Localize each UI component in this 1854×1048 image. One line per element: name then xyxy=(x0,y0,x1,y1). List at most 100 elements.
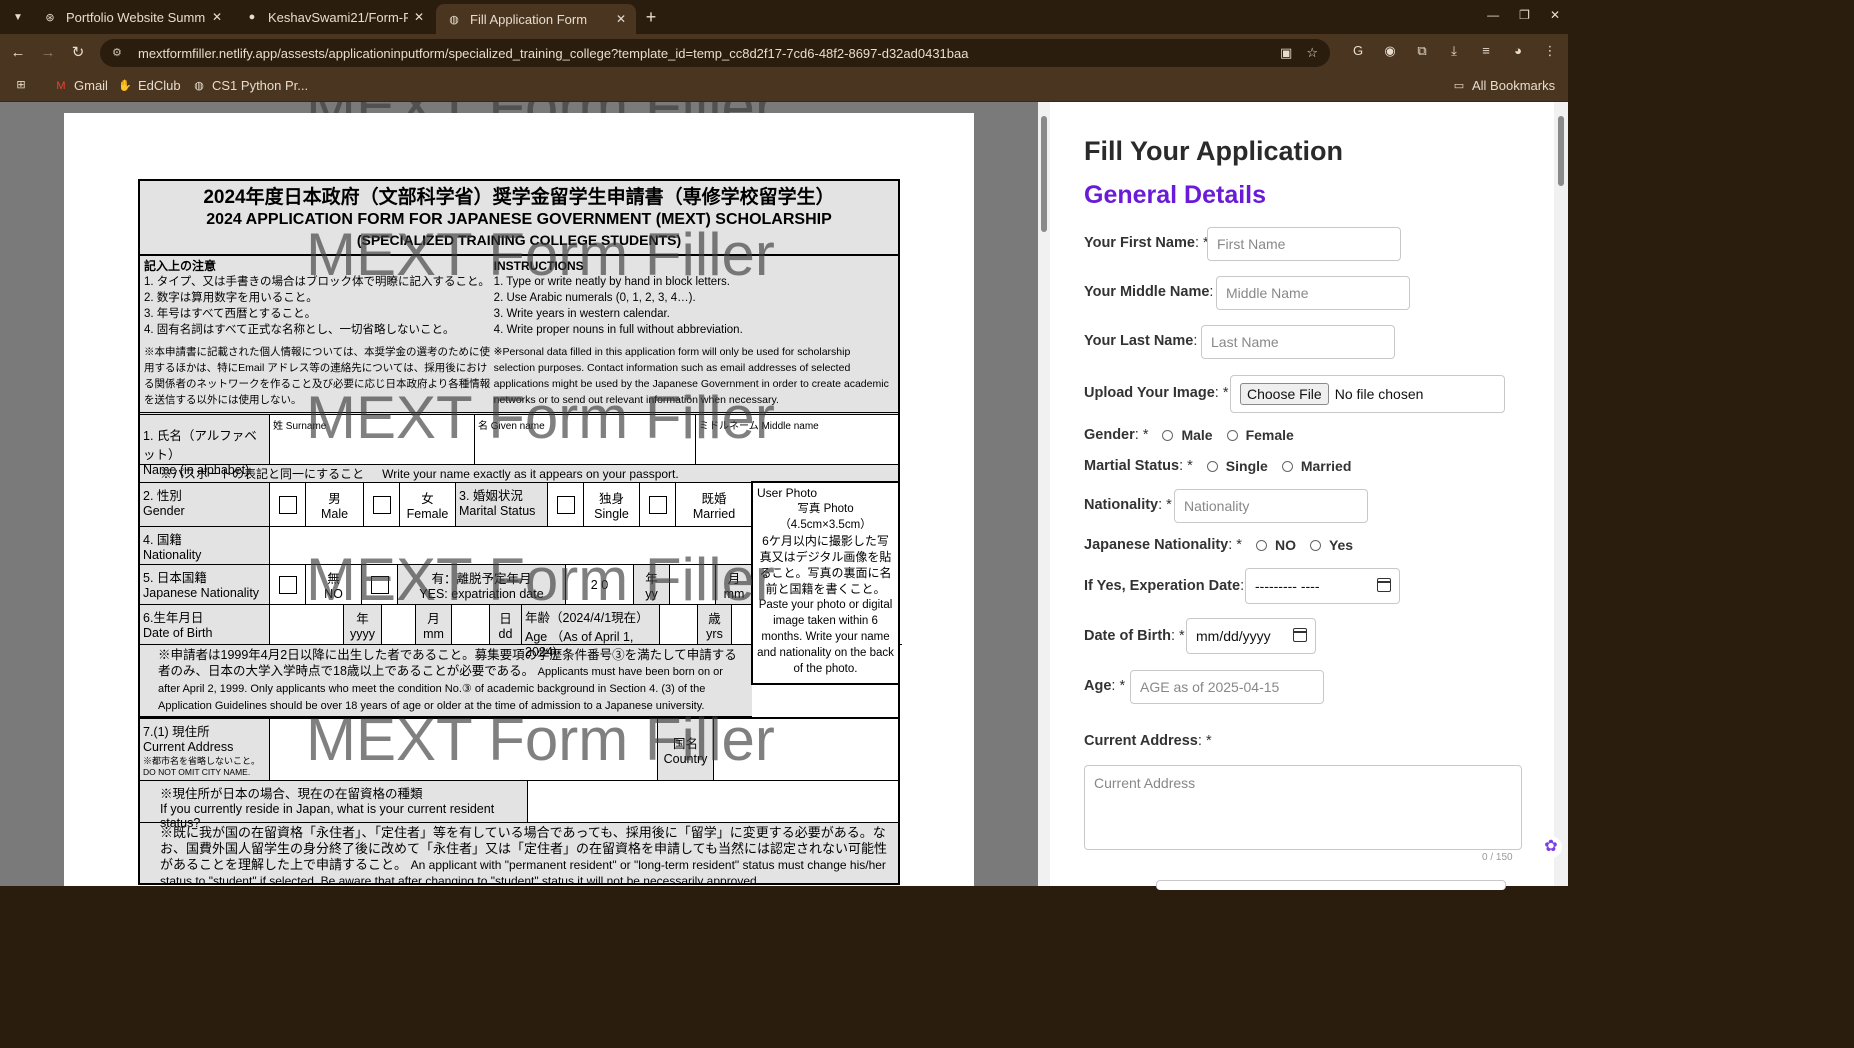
gender-male-radio[interactable]: Male xyxy=(1162,427,1213,443)
apps-grid-icon[interactable]: ⊞ xyxy=(14,78,34,92)
male-jp: 男 xyxy=(328,492,341,506)
year-jp: 年 xyxy=(645,572,658,586)
dob-en: Date of Birth xyxy=(143,626,213,640)
middle-name-input[interactable]: Middle Name xyxy=(1216,276,1410,310)
nationality-label: Nationality: * xyxy=(1084,497,1172,513)
calendar-icon[interactable] xyxy=(1293,628,1307,642)
radio-dot xyxy=(1309,539,1321,551)
dob-month-unit: 月 mm xyxy=(416,605,452,644)
bookmark-gmail[interactable]: M Gmail xyxy=(54,78,108,93)
user-photo-alt: User Photo xyxy=(757,486,818,500)
next-input-partial[interactable] xyxy=(1156,880,1506,890)
form-scrollbar[interactable] xyxy=(1554,102,1568,886)
profile-avatar-icon[interactable]: ◕ xyxy=(1510,43,1526,59)
marital-single-radio[interactable]: Single xyxy=(1206,458,1268,474)
country-jp: 国名 xyxy=(672,737,698,751)
label-text: Gender xyxy=(1084,427,1135,443)
dob-year-unit: 年 yyyy xyxy=(344,605,382,644)
marital-field: Martial Status: * Single Married xyxy=(1084,458,1351,474)
resident-row: ※現住所が日本の場合、現在の在留資格の種類 If you currently r… xyxy=(140,781,898,830)
bookmark-cs1[interactable]: ◍ CS1 Python Pr... xyxy=(192,78,308,93)
more-menu-icon[interactable]: ⋮ xyxy=(1542,43,1558,59)
tab-github[interactable]: ● KeshavSwami21/Form-Fi ✕ xyxy=(234,4,434,30)
close-icon[interactable]: ✕ xyxy=(616,12,626,26)
address-bar[interactable]: ⚙ mextformfiller.netlify.app/assests/app… xyxy=(100,39,1330,67)
gender-label-en: Gender xyxy=(143,504,185,518)
minimize-icon[interactable]: — xyxy=(1487,8,1499,22)
marital-married-radio[interactable]: Married xyxy=(1281,458,1351,474)
scroll-thumb[interactable] xyxy=(1558,116,1564,186)
forward-arrow-icon[interactable]: → xyxy=(38,43,58,63)
nationality-input[interactable]: Nationality xyxy=(1174,489,1368,523)
jp-nationality-row: 5. 日本国籍 Japanese Nationality 無 NO 有：離脱予定年… xyxy=(140,565,752,605)
instruction-en: 1. Type or write neatly by hand in block… xyxy=(493,276,730,288)
title-jp: 2024年度日本政府（文部科学省）奨学金留学生申請書（専修学校留学生） xyxy=(203,187,835,208)
expiration-date-input[interactable]: --------- ---- xyxy=(1245,568,1400,604)
gmail-icon: M xyxy=(56,79,66,92)
first-name-input[interactable]: First Name xyxy=(1207,227,1401,261)
calendar-icon[interactable] xyxy=(1377,578,1391,592)
bookmark-edclub[interactable]: ✋ EdClub xyxy=(118,78,181,93)
married-checkbox xyxy=(648,495,667,514)
last-name-input[interactable]: Last Name xyxy=(1201,325,1395,359)
bookmark-star-icon[interactable]: ☆ xyxy=(1306,45,1318,61)
choose-file-button[interactable]: Choose File xyxy=(1240,383,1329,405)
close-icon[interactable]: ✕ xyxy=(414,10,424,24)
month-value xyxy=(670,565,716,604)
media-icon[interactable]: ≡ xyxy=(1478,43,1494,59)
assistant-floating-icon[interactable]: ✿ xyxy=(1540,836,1562,858)
age-unit: 歳 yrs xyxy=(698,605,732,644)
all-bookmarks[interactable]: ▭ All Bookmarks xyxy=(1452,78,1555,93)
dob-day-en: dd xyxy=(498,627,513,641)
image-file-input[interactable]: Choose File No file chosen xyxy=(1230,375,1505,413)
privacy-note-jp: ※本申請書に記載された個人情報については、本奨学金の選考のために使用するほかは、… xyxy=(144,346,491,406)
jp-nationality-no-radio[interactable]: NO xyxy=(1255,537,1296,553)
scroll-thumb[interactable] xyxy=(1041,116,1047,232)
grammarly-icon[interactable]: G xyxy=(1350,43,1366,59)
radio-label: Yes xyxy=(1328,537,1354,553)
tab-search-chevron-icon[interactable]: ▼ xyxy=(8,7,28,27)
site-info-icon[interactable]: ⚙ xyxy=(112,46,126,60)
married-jp: 既婚 xyxy=(701,492,727,506)
close-window-icon[interactable]: ✕ xyxy=(1550,8,1560,22)
back-arrow-icon[interactable]: ← xyxy=(8,43,28,63)
day-blank xyxy=(452,605,490,644)
dob-day-unit: 日 dd xyxy=(490,605,522,644)
tab-title: Fill Application Form xyxy=(470,11,588,27)
given-name-cell: 名 Given name xyxy=(475,415,696,464)
male-checkbox xyxy=(278,495,297,514)
age-input[interactable]: AGE as of 2025-04-15 xyxy=(1130,670,1324,704)
new-tab-button[interactable]: + xyxy=(641,7,661,27)
gender-field: Gender: * Male Female xyxy=(1084,427,1294,443)
instruction-en: 2. Use Arabic numerals (0, 1, 2, 3, 4…). xyxy=(493,292,696,304)
marital-jp: 3. 婚姻状況 xyxy=(459,489,523,503)
gender-female-radio[interactable]: Female xyxy=(1226,427,1294,443)
married-en: Married xyxy=(692,507,736,521)
yrs-en: yrs xyxy=(706,627,723,641)
close-icon[interactable]: ✕ xyxy=(212,10,222,24)
extension-color-icon[interactable]: ◉ xyxy=(1382,43,1398,59)
address-textarea[interactable]: Current Address xyxy=(1084,765,1522,850)
jp-nationality-yes-radio[interactable]: Yes xyxy=(1309,537,1354,553)
dob-year-en: yyyy xyxy=(350,627,375,641)
globe-icon: ◍ xyxy=(194,79,204,92)
restore-icon[interactable]: ❐ xyxy=(1519,8,1530,22)
puzzle-icon[interactable]: ⧉ xyxy=(1414,43,1430,59)
tab-fill-application[interactable]: ◍ Fill Application Form ✕ xyxy=(436,4,636,34)
male-checkbox-cell xyxy=(270,483,306,526)
no-jp: 無 xyxy=(327,572,340,586)
dob-input[interactable]: mm/dd/yyyy xyxy=(1186,618,1316,654)
preview-scrollbar[interactable] xyxy=(1038,102,1050,886)
reload-icon[interactable]: ↻ xyxy=(68,43,88,63)
status-note: ※既に我が国の在留資格「永住者」、「定住者」等を有している場合であっても、採用後… xyxy=(140,823,898,883)
form-preview-pane[interactable]: MEXT Form Filler 2024年度日本政府（文部科学省）奨学金留学生… xyxy=(0,102,1050,886)
age-blank xyxy=(660,605,698,644)
single-jp: 独身 xyxy=(598,492,624,506)
passport-note-en: Write your name exactly as it appears on… xyxy=(382,466,679,481)
download-icon[interactable]: ⤓ xyxy=(1446,43,1462,59)
tab-search-icon[interactable]: ▣ xyxy=(1280,45,1292,61)
tab-portfolio[interactable]: ⊛ Portfolio Website Summ ✕ xyxy=(32,4,232,30)
label-suffix: : * xyxy=(1171,628,1185,644)
globe-icon: ◍ xyxy=(449,13,459,26)
radio-dot xyxy=(1281,460,1293,472)
